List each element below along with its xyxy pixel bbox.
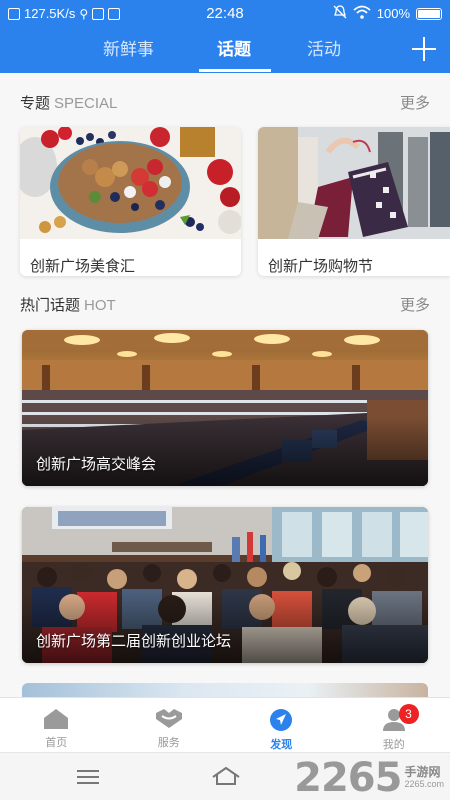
discover-compass-icon (270, 709, 293, 731)
home-icon (44, 709, 69, 729)
battery-percent: 100% (376, 6, 410, 21)
nav-profile-label: 我的 (382, 739, 405, 751)
hot-card-label: 创新广场高交峰会 (36, 456, 157, 473)
nav-discover[interactable]: 发现 (225, 698, 338, 752)
special-section-header: 专题 SPECIAL 更多 (20, 92, 430, 113)
tab-events[interactable]: 活动 (307, 35, 341, 60)
nav-service-label: 服务 (157, 737, 180, 749)
special-card-label: 创新广场购物节 (268, 258, 374, 275)
active-tab-indicator (199, 69, 271, 72)
notification-badge: 3 (398, 704, 419, 724)
nav-profile[interactable]: 我的 3 (338, 698, 450, 752)
special-card-label: 创新广场美食汇 (30, 258, 136, 275)
bottom-nav: 首页 服务 发现 我的 3 (0, 697, 450, 752)
app-header: 127.5K/s ⚲ 22:48 100% 新鲜事 话题 活动 (0, 0, 450, 73)
nav-home-label: 首页 (45, 737, 68, 749)
home-button-icon[interactable] (211, 766, 241, 786)
service-icon (155, 709, 182, 728)
usb-icon: ⚲ (79, 6, 89, 21)
wifi-icon (353, 5, 371, 22)
top-tabs: 新鲜事 话题 活动 (0, 27, 450, 73)
special-more-link[interactable]: 更多 (400, 92, 430, 113)
system-nav-bar: 2265 手游网 2265.com (0, 752, 450, 800)
watermark-logo: 2265 手游网 2265.com (294, 755, 444, 800)
special-section-title: 专题 SPECIAL (20, 95, 118, 112)
app-notification-icon (92, 7, 105, 20)
network-speed: 127.5K/s (24, 6, 76, 21)
hot-card-summit[interactable]: 创新广场高交峰会 (22, 330, 428, 486)
battery-icon (416, 7, 442, 20)
tab-topics[interactable]: 话题 (217, 35, 251, 60)
special-card-shopping[interactable]: 创新广场购物节 (258, 127, 450, 276)
status-bar: 127.5K/s ⚲ 22:48 100% (0, 0, 450, 27)
hot-card-forum[interactable]: 创新广场第二届创新创业论坛 (22, 507, 428, 663)
mute-icon (333, 5, 347, 22)
hot-section-header: 热门话题 HOT 更多 (20, 294, 430, 315)
hot-card-label: 创新广场第二届创新创业论坛 (36, 633, 232, 650)
notification-icon (8, 7, 20, 20)
nav-service[interactable]: 服务 (113, 698, 226, 752)
food-image (20, 127, 241, 239)
nav-discover-label: 发现 (270, 739, 293, 751)
hot-more-link[interactable]: 更多 (400, 294, 430, 315)
hot-section-title: 热门话题 HOT (20, 297, 116, 314)
special-card-food[interactable]: 创新广场美食汇 (20, 127, 241, 276)
check-notification-icon (108, 7, 121, 20)
tab-news[interactable]: 新鲜事 (103, 35, 154, 60)
clock: 22:48 (206, 5, 244, 22)
menu-icon[interactable] (77, 769, 99, 785)
shopping-image (258, 127, 450, 239)
nav-home[interactable]: 首页 (0, 698, 113, 752)
add-icon[interactable] (412, 37, 436, 61)
